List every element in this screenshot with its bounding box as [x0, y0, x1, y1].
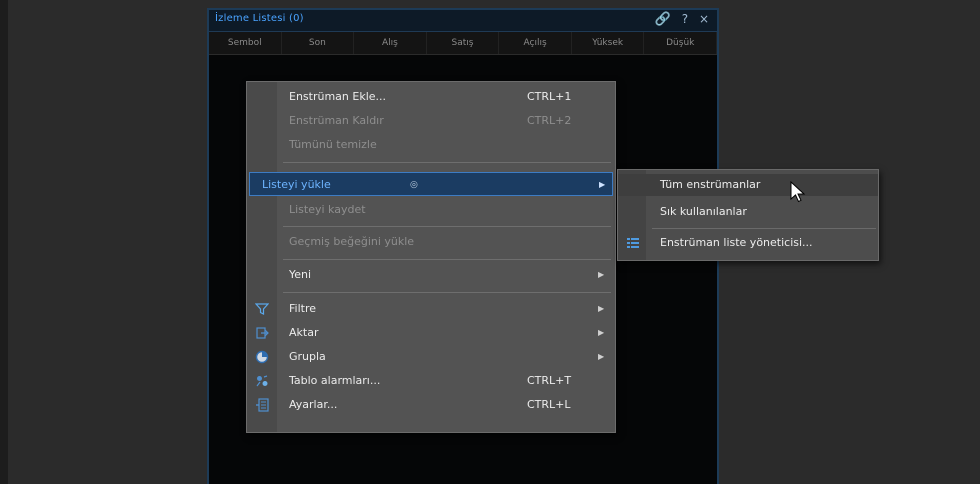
menu-item-label: Filtre [289, 302, 317, 315]
menu-item-load-history[interactable]: Geçmiş beğeğini yükle [247, 230, 615, 254]
left-edge [0, 0, 8, 484]
menu-item-label: Geçmiş beğeğini yükle [289, 235, 415, 248]
submenu-arrow-icon: ▶ [598, 352, 605, 361]
export-icon [256, 327, 269, 339]
column-bid[interactable]: Alış [354, 32, 427, 54]
menu-item-group[interactable]: Grupla ▶ [247, 345, 615, 369]
mouse-cursor-icon [790, 181, 806, 203]
context-menu: Enstrüman Ekle... CTRL+1 Enstrüman Kaldı… [246, 81, 616, 433]
menu-item-add-instrument[interactable]: Enstrüman Ekle... CTRL+1 [247, 85, 615, 109]
menu-separator [283, 226, 611, 227]
menu-item-label: Aktar [289, 326, 319, 339]
submenu-item-favorites[interactable]: Sık kullanılanlar [618, 201, 878, 223]
menu-item-shortcut: CTRL+T [527, 374, 572, 387]
column-low[interactable]: Düşük [644, 32, 718, 54]
watchlist-title: İzleme Listesi (0) [215, 13, 304, 24]
menu-item-label: Listeyi kaydet [289, 203, 366, 216]
menu-item-new[interactable]: Yeni ▶ [247, 263, 615, 287]
column-header: Sembol Son Alış Satış Açılış Yüksek Düşü… [209, 32, 718, 55]
submenu-arrow-icon: ▶ [599, 180, 606, 189]
menu-item-filter[interactable]: Filtre ▶ [247, 297, 615, 321]
menu-item-load-list[interactable]: Listeyi yükle ◎ ▶ [249, 172, 613, 196]
column-last[interactable]: Son [282, 32, 355, 54]
menu-item-remove-instrument[interactable]: Enstrüman Kaldır CTRL+2 [247, 109, 615, 133]
column-open[interactable]: Açılış [499, 32, 572, 54]
menu-item-save-list[interactable]: Listeyi kaydet [247, 198, 615, 222]
menu-item-shortcut: CTRL+2 [527, 114, 572, 127]
menu-item-label: Tablo alarmları... [289, 374, 381, 387]
menu-separator [283, 162, 611, 163]
group-icon [255, 350, 269, 364]
settings-icon [256, 398, 269, 412]
help-icon[interactable]: ? [682, 12, 688, 26]
menu-item-label: Tümünü temizle [289, 138, 377, 151]
close-icon[interactable]: × [699, 12, 709, 26]
submenu-arrow-icon: ▶ [598, 270, 605, 279]
hover-dot-icon: ◎ [410, 180, 418, 190]
submenu-arrow-icon: ▶ [598, 304, 605, 313]
titlebar-controls: 🔗 ? × [648, 12, 709, 27]
filter-icon [255, 303, 269, 315]
column-ask[interactable]: Satış [427, 32, 500, 54]
menu-item-shortcut: CTRL+1 [527, 90, 572, 103]
menu-item-table-alarms[interactable]: Tablo alarmları... CTRL+T [247, 369, 615, 393]
menu-item-label: Grupla [289, 350, 326, 363]
submenu-item-all-instruments[interactable]: Tüm enstrümanlar [618, 174, 878, 196]
menu-item-label: Enstrüman Ekle... [289, 90, 387, 103]
menu-item-label: Listeyi yükle [262, 178, 331, 191]
menu-item-clear-all[interactable]: Tümünü temizle [247, 133, 615, 157]
submenu-item-label: Enstrüman liste yöneticisi... [660, 236, 813, 249]
alarm-icon [256, 375, 268, 387]
load-list-submenu: Tüm enstrümanlar Sık kullanılanlar Enstr… [617, 169, 879, 261]
submenu-item-list-manager[interactable]: Enstrüman liste yöneticisi... [618, 232, 878, 254]
column-high[interactable]: Yüksek [572, 32, 645, 54]
submenu-separator [652, 228, 876, 229]
column-symbol[interactable]: Sembol [209, 32, 282, 54]
menu-item-export[interactable]: Aktar ▶ [247, 321, 615, 345]
menu-item-label: Enstrüman Kaldır [289, 114, 384, 127]
menu-separator [283, 259, 611, 260]
menu-separator [283, 292, 611, 293]
submenu-item-label: Tüm enstrümanlar [660, 178, 761, 191]
menu-item-label: Yeni [289, 268, 312, 281]
watchlist-titlebar[interactable]: İzleme Listesi (0) 🔗 ? × [209, 10, 717, 32]
submenu-arrow-icon: ▶ [598, 328, 605, 337]
submenu-item-label: Sık kullanılanlar [660, 205, 747, 218]
link-icon[interactable]: 🔗 [655, 12, 671, 27]
menu-item-settings[interactable]: Ayarlar... CTRL+L [247, 393, 615, 417]
menu-item-label: Ayarlar... [289, 398, 338, 411]
menu-item-shortcut: CTRL+L [527, 398, 571, 411]
list-manager-icon [627, 238, 639, 248]
